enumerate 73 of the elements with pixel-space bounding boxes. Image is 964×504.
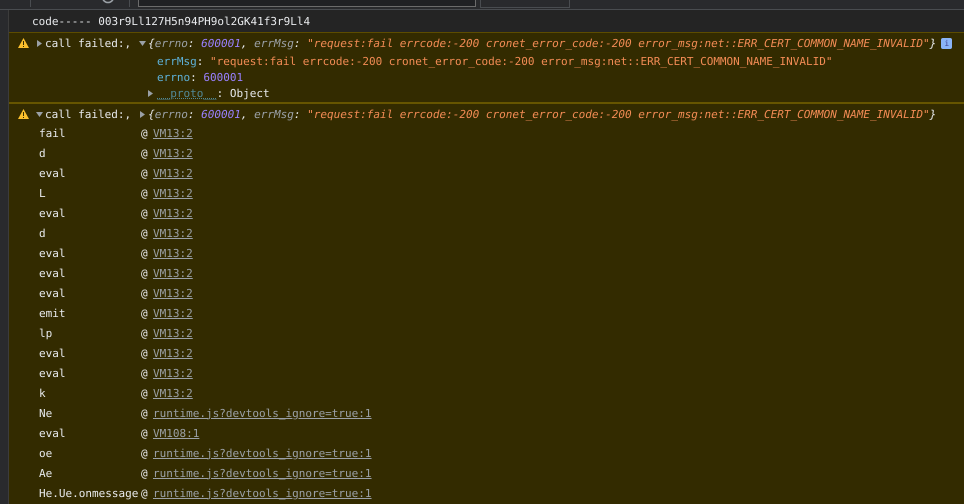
source-link[interactable]: VM13:2	[153, 306, 193, 320]
message-label: call failed:,	[45, 108, 132, 120]
caret-down-icon[interactable]	[139, 40, 146, 46]
function-name: emit	[39, 306, 66, 320]
source-link[interactable]: VM13:2	[153, 286, 193, 300]
at-sign: @	[141, 366, 149, 380]
source-link[interactable]: VM13:2	[153, 126, 193, 140]
function-name: fail	[39, 126, 66, 140]
source-link[interactable]: VM13:2	[153, 186, 193, 200]
source-link[interactable]: VM13:2	[153, 226, 193, 240]
object-property: errMsg: "request:fail errcode:-200 cronet_error_code:-200 error_msg:net::ERR_CERT_COMMON_NAME_INVALID"	[157, 54, 833, 68]
at-sign: @	[141, 206, 149, 220]
source-link[interactable]: VM13:2	[153, 146, 193, 160]
function-name: eval	[39, 366, 66, 380]
object-property: errno: 600001	[157, 70, 244, 84]
at-sign: @	[141, 386, 149, 400]
function-name: eval	[39, 166, 66, 180]
object-property[interactable]: __proto__: Object	[157, 86, 270, 100]
at-sign: @	[141, 286, 149, 300]
at-sign: @	[141, 346, 149, 360]
caret-right-icon[interactable]	[139, 110, 146, 118]
info-badge[interactable]: i	[941, 38, 952, 48]
source-link[interactable]: VM13:2	[153, 166, 193, 180]
source-link[interactable]: VM13:2	[153, 346, 193, 360]
source-link[interactable]: VM13:2	[153, 246, 193, 260]
source-link[interactable]: VM108:1	[153, 426, 200, 440]
message-label: call failed:,	[45, 36, 132, 50]
function-name: k	[39, 386, 47, 400]
at-sign: @	[141, 226, 149, 240]
at-sign: @	[141, 166, 149, 180]
function-name: d	[39, 226, 47, 240]
warning-icon	[18, 109, 29, 119]
at-sign: @	[141, 306, 149, 320]
function-name: eval	[39, 426, 66, 440]
function-name: d	[39, 146, 47, 160]
at-sign: @	[141, 406, 149, 420]
at-sign: @	[141, 246, 149, 260]
source-link[interactable]: VM13:2	[153, 266, 193, 280]
function-name: Ae	[39, 466, 54, 480]
at-sign: @	[141, 126, 149, 140]
at-sign: @	[141, 266, 149, 280]
at-sign: @	[141, 446, 149, 460]
source-link[interactable]: runtime.js?devtools_ignore=true:1	[153, 446, 372, 460]
source-link[interactable]: runtime.js?devtools_ignore=true:1	[153, 406, 372, 420]
caret-right-icon[interactable]	[147, 90, 154, 96]
source-link[interactable]: VM13:2	[153, 386, 193, 400]
at-sign: @	[141, 326, 149, 340]
object-summary[interactable]: {errno: 600001, errMsg: "request:fail errcode:-200 cronet_error_code:-200 error_msg:net::ERR_CERT_COMMON_NAME_INVALID"}	[148, 36, 936, 50]
function-name: eval	[39, 286, 66, 300]
at-sign: @	[141, 186, 149, 200]
source-link[interactable]: runtime.js?devtools_ignore=true:1	[153, 486, 372, 500]
caret-down-icon[interactable]	[36, 110, 43, 118]
function-name: eval	[39, 246, 66, 260]
function-name: eval	[39, 206, 66, 220]
function-name: lp	[39, 326, 54, 340]
object-summary[interactable]: {errno: 600001, errMsg: "request:fail errcode:-200 cronet_error_code:-200 error_msg:net::ERR_CERT_COMMON_NAME_INVALID"}	[148, 108, 936, 120]
at-sign: @	[141, 146, 149, 160]
caret-right-icon[interactable]	[36, 40, 43, 46]
function-name: oe	[39, 446, 54, 460]
source-link[interactable]: VM13:2	[153, 326, 193, 340]
function-name: Ne	[39, 406, 54, 420]
at-sign: @	[141, 466, 149, 480]
source-link[interactable]: VM13:2	[153, 366, 193, 380]
at-sign: @	[141, 486, 149, 500]
source-link[interactable]: runtime.js?devtools_ignore=true:1	[153, 466, 372, 480]
at-sign: @	[141, 426, 149, 440]
function-name: He.Ue.onmessage	[39, 486, 140, 500]
log-message: code----- 003r9Ll127H5n94PH9ol2GK41f3r9Ll4	[32, 14, 310, 28]
warning-icon	[18, 38, 29, 48]
source-link[interactable]: VM13:2	[153, 206, 193, 220]
function-name: eval	[39, 346, 66, 360]
function-name: L	[39, 186, 47, 200]
function-name: eval	[39, 266, 66, 280]
